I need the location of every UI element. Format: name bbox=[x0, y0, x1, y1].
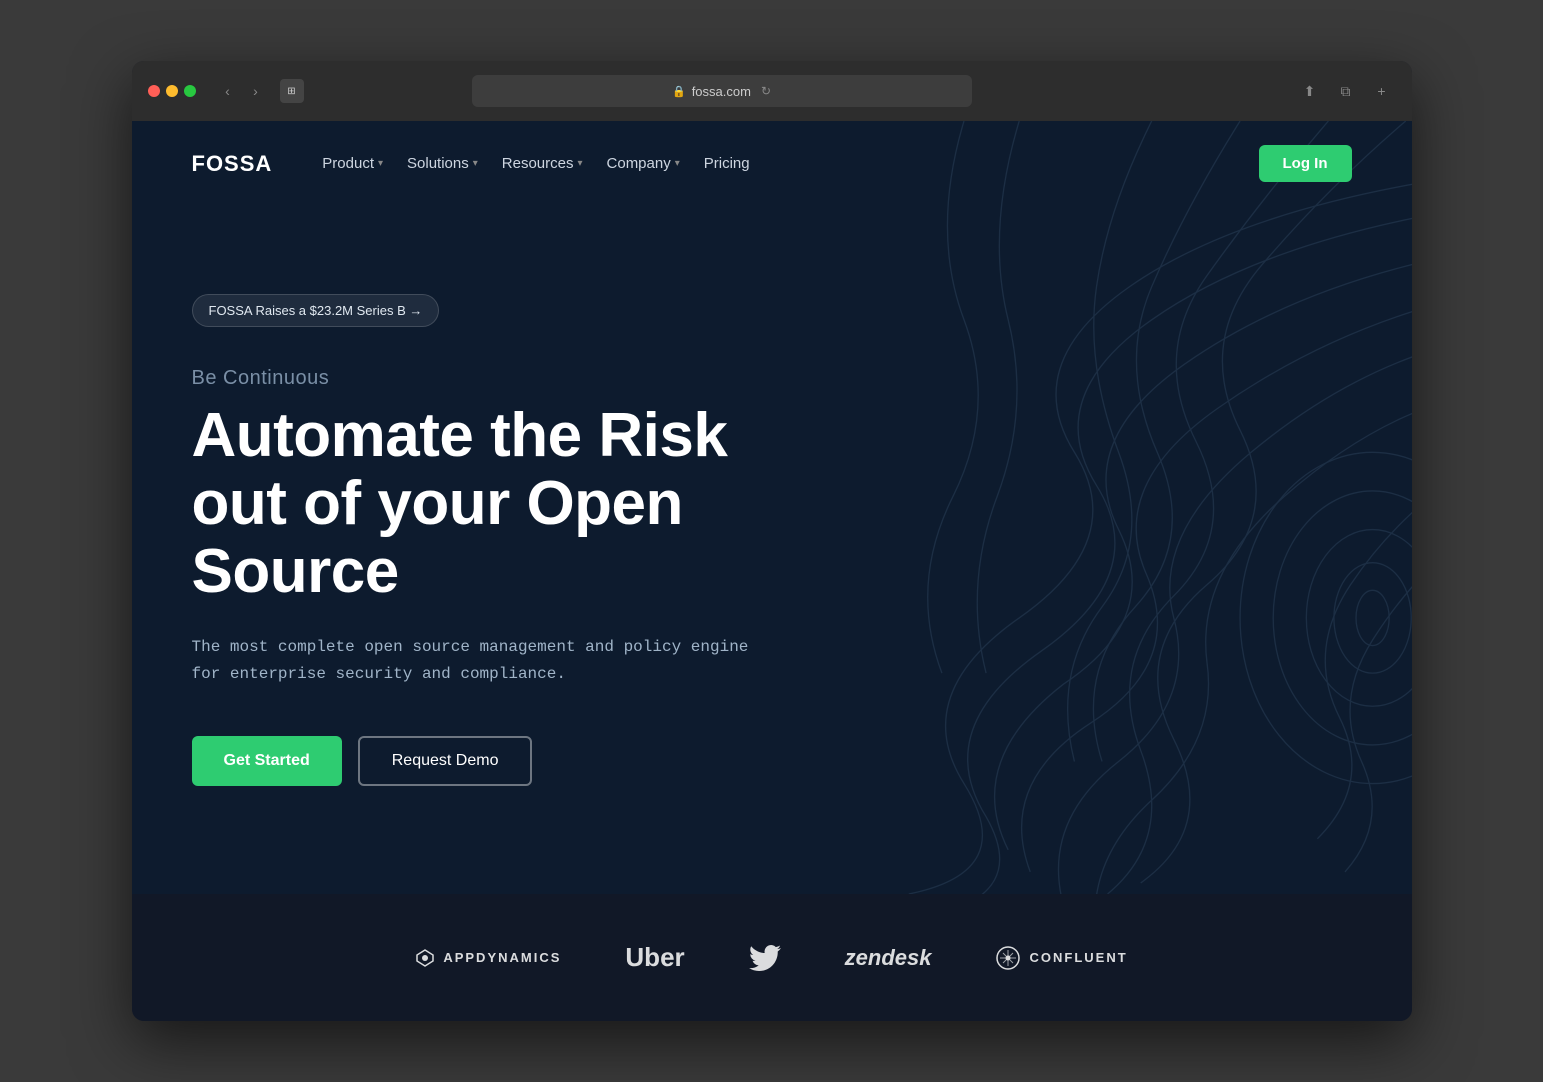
logo-zendesk: zendesk bbox=[845, 945, 932, 971]
get-started-button[interactable]: Get Started bbox=[192, 736, 342, 786]
fullscreen-button[interactable] bbox=[184, 85, 196, 97]
logos-section: APPDYNAMICS Uber zendesk bbox=[132, 894, 1412, 1021]
request-demo-button[interactable]: Request Demo bbox=[358, 736, 533, 786]
chevron-down-icon: ▾ bbox=[675, 158, 680, 169]
hero-title: Automate the Risk out of your Open Sourc… bbox=[192, 402, 772, 607]
chevron-down-icon: ▾ bbox=[577, 158, 582, 169]
tab-icon: ⊞ bbox=[280, 79, 304, 103]
appdynamics-icon bbox=[415, 948, 435, 968]
browser-window: ‹ › ⊞ 🔒 fossa.com ↻ ⬆ ⧉ + bbox=[132, 61, 1412, 1021]
share-button[interactable]: ⬆ bbox=[1296, 77, 1324, 105]
announcement-badge[interactable]: FOSSA Raises a $23.2M Series B → bbox=[192, 294, 440, 327]
browser-actions: ⬆ ⧉ + bbox=[1296, 77, 1396, 105]
login-button[interactable]: Log In bbox=[1259, 145, 1352, 182]
url-text: fossa.com bbox=[692, 84, 751, 99]
nav-product-label: Product bbox=[322, 155, 374, 172]
logo-confluent: CONFLUENT bbox=[995, 945, 1127, 971]
refresh-icon[interactable]: ↻ bbox=[761, 84, 771, 98]
hero-subtitle: Be Continuous bbox=[192, 367, 772, 390]
hero-section: FOSSA Product ▾ Solutions ▾ Resources ▾ bbox=[132, 121, 1412, 894]
tab-view-button[interactable]: ⧉ bbox=[1332, 77, 1360, 105]
announcement-text: FOSSA Raises a $23.2M Series B → bbox=[209, 303, 423, 318]
lock-icon: 🔒 bbox=[672, 85, 686, 98]
chevron-down-icon: ▾ bbox=[473, 158, 478, 169]
forward-button[interactable]: › bbox=[244, 79, 268, 103]
logo-twitter bbox=[749, 944, 781, 972]
nav-item-pricing[interactable]: Pricing bbox=[694, 149, 760, 178]
hero-content: FOSSA Raises a $23.2M Series B → Be Cont… bbox=[132, 206, 832, 894]
logo-uber: Uber bbox=[625, 942, 684, 973]
nav-pricing-label: Pricing bbox=[704, 155, 750, 172]
chevron-down-icon: ▾ bbox=[378, 158, 383, 169]
navbar: FOSSA Product ▾ Solutions ▾ Resources ▾ bbox=[132, 121, 1412, 206]
nav-items: Product ▾ Solutions ▾ Resources ▾ Compan… bbox=[312, 149, 1226, 178]
website-content: FOSSA Product ▾ Solutions ▾ Resources ▾ bbox=[132, 121, 1412, 1021]
twitter-icon bbox=[749, 944, 781, 972]
new-tab-button[interactable]: + bbox=[1368, 77, 1396, 105]
hero-description: The most complete open source management… bbox=[192, 634, 772, 688]
nav-item-resources[interactable]: Resources ▾ bbox=[492, 149, 593, 178]
browser-nav-buttons: ‹ › bbox=[216, 79, 268, 103]
site-logo[interactable]: FOSSA bbox=[192, 151, 273, 177]
nav-item-company[interactable]: Company ▾ bbox=[597, 149, 690, 178]
uber-label: Uber bbox=[625, 942, 684, 973]
nav-item-product[interactable]: Product ▾ bbox=[312, 149, 393, 178]
close-button[interactable] bbox=[148, 85, 160, 97]
back-button[interactable]: ‹ bbox=[216, 79, 240, 103]
hero-buttons: Get Started Request Demo bbox=[192, 736, 772, 786]
nav-item-solutions[interactable]: Solutions ▾ bbox=[397, 149, 488, 178]
logo-appdynamics: APPDYNAMICS bbox=[415, 948, 561, 968]
browser-chrome: ‹ › ⊞ 🔒 fossa.com ↻ ⬆ ⧉ + bbox=[132, 61, 1412, 121]
confluent-icon bbox=[995, 945, 1021, 971]
nav-solutions-label: Solutions bbox=[407, 155, 469, 172]
appdynamics-label: APPDYNAMICS bbox=[443, 950, 561, 965]
nav-resources-label: Resources bbox=[502, 155, 574, 172]
minimize-button[interactable] bbox=[166, 85, 178, 97]
nav-company-label: Company bbox=[607, 155, 671, 172]
address-bar[interactable]: 🔒 fossa.com ↻ bbox=[472, 75, 972, 107]
confluent-label: CONFLUENT bbox=[1029, 950, 1127, 965]
zendesk-label: zendesk bbox=[845, 945, 932, 971]
traffic-lights bbox=[148, 85, 196, 97]
